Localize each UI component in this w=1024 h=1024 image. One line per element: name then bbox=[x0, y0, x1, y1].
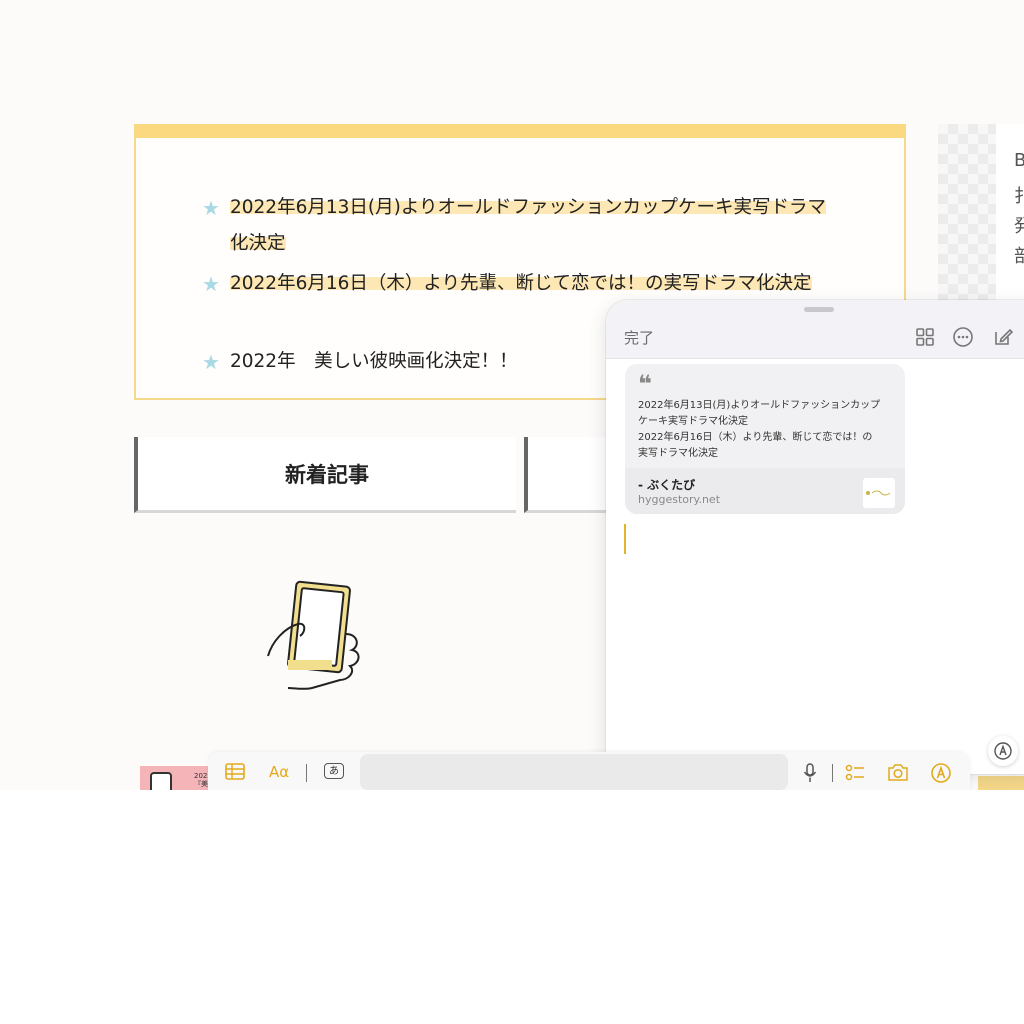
link-site-title: - ぶくたび bbox=[638, 478, 696, 492]
grid-icon[interactable] bbox=[914, 326, 936, 348]
link-thumbnail bbox=[863, 478, 895, 508]
phone-icon bbox=[150, 772, 172, 790]
star-icon: ★ bbox=[202, 350, 220, 374]
markup-icon[interactable] bbox=[930, 762, 952, 784]
toolbar-separator bbox=[832, 764, 833, 782]
announcement-text: 2022年6月13日(月)よりオールドファッションカップケーキ実写ドラマ化決定 bbox=[230, 197, 826, 254]
screen: ★ 2022年6月13日(月)よりオールドファッションカップケーキ実写ドラマ化決… bbox=[0, 0, 1024, 790]
link-domain: hyggestory.net bbox=[638, 493, 721, 506]
format-button[interactable]: Aα bbox=[269, 763, 289, 781]
tab-new-articles[interactable]: 新着記事 bbox=[134, 437, 516, 513]
quoted-text: 2022年6月13日(月)よりオールドファッションカップ ケーキ実写ドラマ化決定… bbox=[638, 400, 881, 459]
announcement-item: ★ 2022年6月13日(月)よりオールドファッションカップケーキ実写ドラマ化決… bbox=[202, 190, 842, 262]
sidebar-text-panel: B 扌 発 部 bbox=[996, 124, 1024, 304]
more-icon[interactable] bbox=[952, 326, 974, 348]
drag-handle[interactable] bbox=[804, 307, 834, 312]
markup-button[interactable] bbox=[988, 736, 1018, 766]
page-corner-accent bbox=[978, 776, 1024, 790]
link-card-footer: - ぶくたび hyggestory.net bbox=[625, 468, 905, 514]
announcement-item: ★ 2022年6月16日（木）より先輩、断じて恋では！の実写ドラマ化決定 bbox=[202, 266, 842, 302]
camera-icon[interactable] bbox=[886, 762, 910, 784]
link-preview-card[interactable]: ❝ 2022年6月13日(月)よりオールドファッションカップ ケーキ実写ドラマ化… bbox=[625, 364, 905, 514]
tab-label: 新着記事 bbox=[285, 462, 369, 487]
text-cursor bbox=[624, 524, 626, 554]
compose-icon[interactable] bbox=[992, 326, 1014, 348]
mic-icon[interactable] bbox=[802, 762, 818, 784]
article-thumbnail[interactable]: 2022 『美 bbox=[140, 766, 212, 790]
quick-note-window[interactable]: 完了 ❝ 2022年6月13日(月)よりオールドファッションカップ ケーキ実写ド… bbox=[606, 300, 1024, 774]
decorative-pattern bbox=[938, 124, 998, 304]
done-button[interactable]: 完了 bbox=[624, 327, 654, 348]
note-toolbar: Aα あ bbox=[208, 752, 970, 790]
checklist-icon[interactable] bbox=[844, 762, 866, 784]
quote-icon: ❝ bbox=[638, 370, 653, 398]
kana-input-button[interactable]: あ bbox=[324, 763, 344, 779]
announcement-text: 2022年6月16日（木）より先輩、断じて恋では！の実写ドラマ化決定 bbox=[230, 273, 812, 294]
suggestion-bar[interactable] bbox=[360, 754, 788, 790]
markup-icon bbox=[994, 742, 1012, 760]
toolbar-separator bbox=[306, 764, 307, 782]
table-icon[interactable] bbox=[224, 762, 246, 782]
star-icon: ★ bbox=[202, 272, 220, 296]
star-icon: ★ bbox=[202, 196, 220, 220]
quick-note-header: 完了 bbox=[606, 300, 1024, 359]
phone-in-hand-illustration bbox=[267, 580, 360, 690]
